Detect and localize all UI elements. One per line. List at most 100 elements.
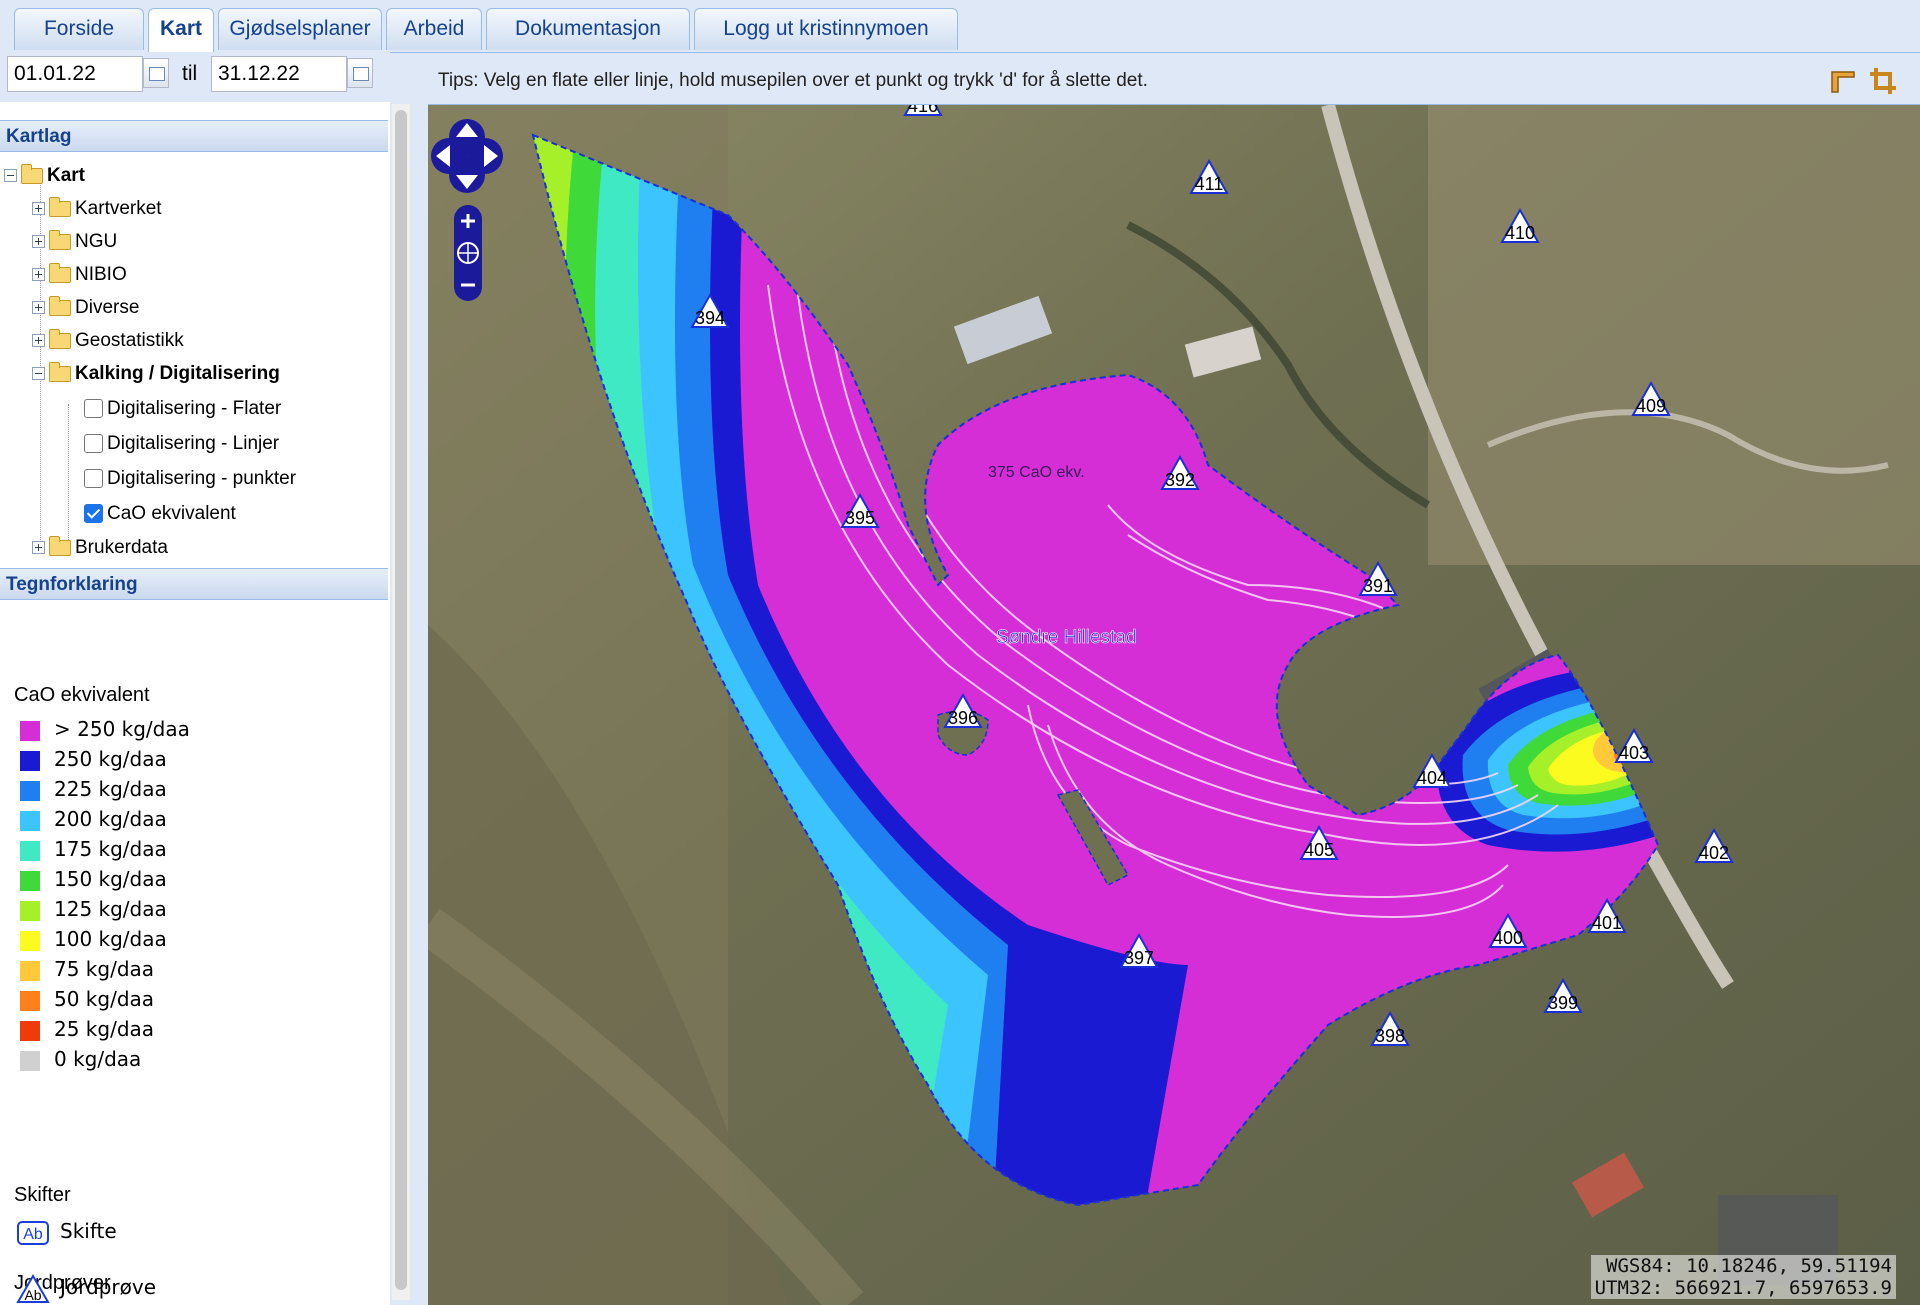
calendar-from-icon[interactable] [143,58,169,88]
tegnforklaring-header[interactable]: Tegnforklaring [0,568,388,600]
date-to-input[interactable]: 31.12.22 [211,56,347,92]
sample-point-label: 402 [1699,843,1729,863]
folder-icon [49,295,71,316]
legend-skifte-label: Skifte [60,1219,117,1243]
tree-node-label: NGU [75,231,118,252]
map-toolbar: Tips: Velg en flate eller linje, hold mu… [428,60,1920,105]
calendar-to-icon[interactable] [347,58,373,88]
legend-class-row: 0 kg/daa [20,1044,141,1074]
date-range-bar: 01.01.22 til 31.12.22 [0,52,390,102]
tab-dokumentasjon[interactable]: Dokumentasjon [486,8,690,50]
legend-class-row: 50 kg/daa [20,984,154,1014]
expand-icon[interactable] [32,235,45,249]
kartlag-header[interactable]: Kartlag [0,120,388,152]
legend-swatch [20,930,40,951]
legend-class-row: 25 kg/daa [20,1014,154,1044]
tree-node-kalking[interactable]: Kalking / Digitalisering [32,359,280,389]
legend-panel: CaO ekvivalent > 250 kg/daa 250 kg/daa 225… [0,604,388,1305]
zone-label: 375 CaO ekv. [988,464,1085,481]
crop-tool-icon[interactable] [1868,66,1898,96]
expand-icon[interactable] [32,334,45,348]
legend-swatch [20,750,40,771]
measure-tool-icon[interactable] [1828,66,1858,96]
sample-point[interactable]: 416 [903,105,943,116]
tree-node-ngu[interactable]: NGU [32,227,117,257]
legend-class-label: 25 kg/daa [54,1017,155,1041]
legend-cao-title: CaO ekvivalent [14,684,150,706]
sample-point-label: 409 [1636,396,1666,416]
expand-icon[interactable] [32,202,45,216]
sample-point-label: 410 [1505,223,1535,243]
legend-class-label: 250 kg/daa [54,747,167,771]
sample-point-label: 392 [1165,470,1195,490]
legend-swatch [20,840,40,861]
layer-cao-ekvivalent[interactable]: CaO ekvivalent [84,499,236,529]
legend-class-row: 125 kg/daa [20,894,167,924]
scrollbar-thumb[interactable] [395,110,407,1290]
legend-skifte: Ab Skifte [16,1216,117,1246]
map-svg[interactable]: 375 CaO ekv. Søndre Hillestad 394 395 396 3… [428,105,1920,1305]
tab-kart[interactable]: Kart [148,8,214,52]
expand-icon[interactable] [32,301,45,315]
folder-icon [49,196,71,217]
legend-class-label: 0 kg/daa [54,1047,142,1071]
coords-utm32: UTM32: 566921.7, 6597653.9 [1594,1277,1892,1299]
map-canvas[interactable]: 375 CaO ekv. Søndre Hillestad 394 395 396 3… [428,105,1920,1305]
tab-arbeid[interactable]: Arbeid [386,8,482,50]
tree-node-brukerdata[interactable]: Brukerdata [32,533,168,563]
tab-gjodselsplaner[interactable]: Gjødselsplaner [218,8,382,50]
date-from-input[interactable]: 01.01.22 [7,56,143,92]
sample-point-label: 405 [1304,840,1334,860]
layer-checkbox[interactable] [84,399,103,419]
layer-label: Digitalisering - Linjer [107,433,280,454]
tree-node-label: NIBIO [75,264,127,285]
sample-point-label: 401 [1592,913,1622,933]
skifte-label-icon: Ab [17,1220,49,1245]
folder-icon [49,328,71,349]
tab-forside[interactable]: Forside [14,8,144,50]
legend-class-row: 175 kg/daa [20,834,167,864]
collapse-icon[interactable] [32,367,45,381]
coords-wgs84: WGS84: 10.18246, 59.51194 [1606,1255,1892,1277]
legend-class-label: 200 kg/daa [54,807,167,831]
sample-point-label: 399 [1548,993,1578,1013]
tree-node-nibio[interactable]: NIBIO [32,260,127,290]
coordinate-readout: WGS84: 10.18246, 59.51194 UTM32: 566921.… [1590,1255,1896,1299]
layer-checkbox[interactable] [84,434,103,454]
legend-class-label: 225 kg/daa [54,777,167,801]
left-panel-scrollbar[interactable] [392,104,410,1300]
sample-point-label: 400 [1493,928,1523,948]
layer-digitalisering-punkter[interactable]: Digitalisering - punkter [84,464,296,494]
folder-icon [49,262,71,283]
legend-class-row: 225 kg/daa [20,774,167,804]
folder-open-icon [49,361,71,382]
sample-point-label: 395 [845,508,875,528]
tree-node-label: Geostatistikk [75,330,184,351]
tree-node-kartverket[interactable]: Kartverket [32,194,162,224]
tree-node-label: Kartverket [75,198,162,219]
legend-class-row: 150 kg/daa [20,864,167,894]
tree-node-diverse[interactable]: Diverse [32,293,139,323]
layer-digitalisering-flater[interactable]: Digitalisering - Flater [84,394,281,424]
expand-icon[interactable] [32,541,45,555]
legend-class-label: 125 kg/daa [54,897,167,921]
layer-digitalisering-linjer[interactable]: Digitalisering - Linjer [84,429,279,459]
legend-swatch [20,960,40,981]
legend-class-label: 175 kg/daa [54,837,167,861]
layer-checkbox-checked[interactable] [84,504,103,524]
expand-icon[interactable] [32,268,45,282]
tree-node-geostatistikk[interactable]: Geostatistikk [32,326,184,356]
map-zoom-control[interactable] [454,205,482,301]
tree-node-label: Diverse [75,297,140,318]
legend-class-label: 150 kg/daa [54,867,167,891]
collapse-icon[interactable] [4,169,17,183]
sample-point-label: 403 [1619,743,1649,763]
sample-point-label: 398 [1375,1026,1405,1046]
tab-logg-ut[interactable]: Logg ut kristinnymoen [694,8,958,50]
legend-class-row: 250 kg/daa [20,744,167,774]
tree-node-kart[interactable]: Kart [4,161,85,191]
sample-point-label: 396 [948,708,978,728]
sample-point-label: 416 [908,105,938,116]
legend-class-label: 75 kg/daa [54,957,155,981]
layer-checkbox[interactable] [84,469,103,489]
